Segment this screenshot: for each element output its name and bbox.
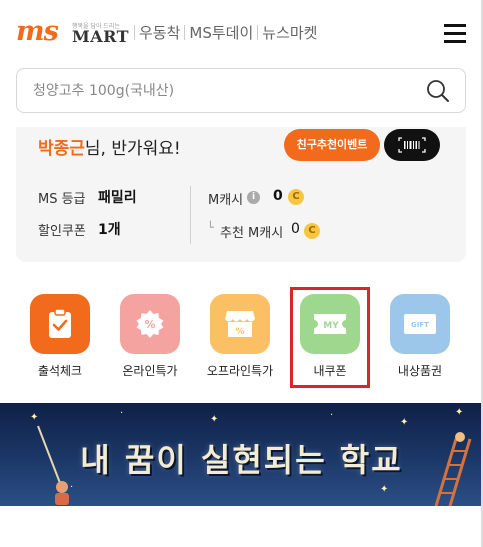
search-bar xyxy=(16,68,466,113)
menu-label-attendance: 출석체크 xyxy=(37,364,83,378)
menu-offline-special[interactable]: % xyxy=(210,294,270,354)
top-nav: 우동착 MS투데이 뉴스마켓 xyxy=(130,22,317,43)
card-divider xyxy=(190,186,191,244)
greeting: 박종근님, 반가워요! xyxy=(38,134,181,159)
banner-title: 내 꿈이 실현되는 학교 xyxy=(80,441,403,479)
store-icon: % xyxy=(225,311,255,337)
barcode-button[interactable] xyxy=(384,129,440,161)
nav-item-udongchak[interactable]: 우동착 xyxy=(139,22,180,43)
coupon-label: 할인쿠폰 xyxy=(38,224,86,239)
info-icon[interactable]: i xyxy=(247,191,260,204)
search-icon[interactable] xyxy=(426,79,450,103)
barcode-icon xyxy=(398,137,426,153)
search-input[interactable] xyxy=(33,69,413,112)
menu-attendance-check[interactable] xyxy=(30,294,90,354)
app-header: ms 행복을 담아 드리는 MART 우동착 MS투데이 뉴스마켓 xyxy=(0,0,483,62)
menu-label-offline-special: 오프라인특가 xyxy=(206,364,274,378)
hamburger-menu-icon[interactable] xyxy=(444,24,466,43)
coupon-count[interactable]: 1개 xyxy=(98,219,121,239)
star-icon: ✦ xyxy=(400,417,409,428)
svg-text:GIFT: GIFT xyxy=(411,321,429,329)
star-icon: ✦ xyxy=(455,407,464,418)
menu-my-gift-card[interactable]: GIFT xyxy=(390,294,450,354)
star-icon: · xyxy=(330,410,334,421)
user-name[interactable]: 박종근 xyxy=(38,139,85,159)
coin-icon: C xyxy=(288,189,304,205)
clipboard-check-icon xyxy=(49,308,71,338)
svg-text:%: % xyxy=(235,327,244,337)
sub-arrow-icon: └ xyxy=(207,221,214,234)
menu-label-my-gift-card: 내상품권 xyxy=(397,364,443,378)
referral-mcash-value: 0 xyxy=(291,221,300,237)
user-info-card: 박종근님, 반가워요! 친구추천이벤트 MS 등급 패밀리 할인쿠폰 1개 M캐… xyxy=(16,118,466,262)
nav-divider xyxy=(257,25,259,40)
logo-ms-text: ms xyxy=(16,16,59,47)
promo-banner[interactable]: ✦ · ✦ · ✦ ✦ · ✦ 내 꿈이 실현되는 학교 xyxy=(0,403,483,506)
friend-referral-event-button[interactable]: 친구추천이벤트 xyxy=(284,129,380,161)
menu-online-special[interactable]: % xyxy=(120,294,180,354)
mcash-label: M캐시 xyxy=(208,193,244,208)
star-icon: ✦ xyxy=(210,414,219,425)
greeting-text: 님, 반가워요! xyxy=(84,139,181,159)
mcash-value: 0 xyxy=(273,188,283,204)
referral-mcash-label: 추천 M캐시 xyxy=(220,226,284,241)
discount-tag-icon: % xyxy=(136,310,164,338)
logo-mart-text: MART xyxy=(72,27,130,46)
selection-highlight xyxy=(290,287,370,388)
gift-card-icon: GIFT xyxy=(404,314,436,334)
nav-divider xyxy=(134,25,135,40)
menu-label-online-special: 온라인특가 xyxy=(122,364,178,378)
ms-mart-logo[interactable]: ms 행복을 담아 드리는 MART xyxy=(16,18,132,48)
nav-item-news-market[interactable]: 뉴스마켓 xyxy=(262,22,317,43)
coin-icon: C xyxy=(304,223,320,239)
nav-divider xyxy=(184,25,186,40)
star-icon: · xyxy=(120,408,124,419)
svg-text:%: % xyxy=(144,318,155,331)
star-icon: ✦ xyxy=(380,484,389,495)
grade-label: MS 등급 xyxy=(38,192,86,207)
grade-value: 패밀리 xyxy=(98,190,137,206)
nav-item-ms-today[interactable]: MS투데이 xyxy=(189,22,253,43)
